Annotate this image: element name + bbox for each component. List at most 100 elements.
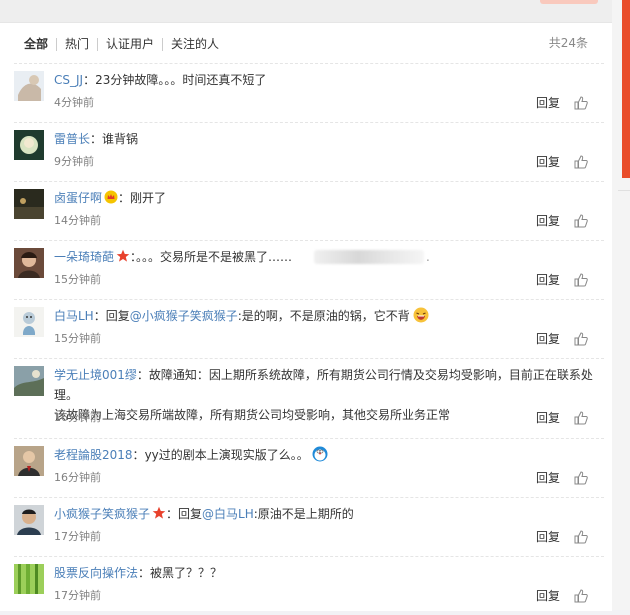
avatar[interactable]	[14, 564, 44, 594]
timestamp: 14分钟前	[54, 214, 101, 227]
divider	[14, 299, 604, 300]
reply-button[interactable]: 回复	[536, 589, 560, 603]
reply-button[interactable]: 回复	[536, 155, 560, 169]
like-icon[interactable]	[574, 411, 588, 425]
comment-line: 雷普长：谁背锅	[54, 129, 599, 149]
username[interactable]: 学无止境001缪	[54, 368, 137, 382]
reply-button[interactable]: 回复	[536, 471, 560, 485]
comment-line: 卤蛋仔啊 ：刚开了	[54, 188, 599, 208]
comment-text: 被黑了？？？	[150, 566, 223, 580]
like-icon[interactable]	[574, 589, 588, 603]
tab-following[interactable]: 关注的人	[162, 38, 227, 51]
separator: ：	[136, 368, 149, 382]
comment-text: :原油不是上期所的	[253, 507, 354, 521]
timestamp: 9分钟前	[54, 155, 94, 168]
reply-button[interactable]: 回复	[536, 530, 560, 544]
timestamp: 16分钟前	[54, 411, 101, 424]
star-badge-icon	[152, 506, 166, 520]
separator: ：	[90, 132, 103, 146]
like-icon[interactable]	[574, 273, 588, 287]
comment-text: :是的啊，不是原油的锅，它不背	[237, 309, 410, 323]
like-icon[interactable]	[574, 530, 588, 544]
tab-all[interactable]: 全部	[16, 38, 56, 51]
trailing-dot: .	[426, 250, 430, 264]
username[interactable]: 股票反向操作法	[54, 566, 138, 580]
right-divider	[618, 190, 630, 191]
separator: ：	[93, 309, 106, 323]
separator: ：	[166, 507, 179, 521]
divider	[14, 497, 604, 498]
mention-link[interactable]: @小疯猴子笑疯猴子	[130, 309, 238, 323]
list-item: 老程論股2018：yy过的剧本上演现实版了么。。 16分钟前 回复	[0, 438, 612, 497]
timestamp: 17分钟前	[54, 530, 101, 543]
comment-count: 共24条	[548, 36, 588, 50]
separator: ：	[132, 448, 145, 462]
avatar[interactable]	[14, 505, 44, 535]
list-item: 学无止境001缪：故障通知：因上期所系统故障，所有期货公司行情及交易均受影响，目…	[0, 358, 612, 438]
comment-text: 23分钟故障。。。时间还真不短了	[95, 73, 267, 87]
avatar[interactable]	[14, 366, 44, 396]
mention-link[interactable]: @白马LH	[202, 507, 254, 521]
like-icon[interactable]	[574, 332, 588, 346]
tab-verified[interactable]: 认证用户	[97, 38, 162, 51]
username[interactable]: 老程論股2018	[54, 448, 133, 462]
like-icon[interactable]	[574, 214, 588, 228]
divider	[14, 122, 604, 123]
divider	[14, 556, 604, 557]
comment-line: 老程論股2018：yy过的剧本上演现实版了么。。	[54, 445, 599, 465]
comment-panel: 全部 热门 认证用户 关注的人 共24条 CS_JJ：23分钟故障。。。时间还真不短了…	[0, 22, 612, 611]
comment-text: 。。。交易所是不是被黑了……	[136, 250, 293, 264]
avatar[interactable]	[14, 130, 44, 160]
timestamp: 15分钟前	[54, 273, 101, 286]
timestamp: 15分钟前	[54, 332, 101, 345]
avatar[interactable]	[14, 446, 44, 476]
reply-button[interactable]: 回复	[536, 273, 560, 287]
comment-line: 小疯猴子笑疯猴子 ：回复@白马LH:原油不是上期所的	[54, 504, 599, 524]
comment-text: 刚开了	[130, 191, 167, 205]
list-item: 小疯猴子笑疯猴子 ：回复@白马LH:原油不是上期所的 17分钟前 回复	[0, 497, 612, 556]
separator: ：	[83, 73, 96, 87]
avatar[interactable]	[14, 248, 44, 278]
divider	[14, 438, 604, 439]
reply-button[interactable]: 回复	[536, 96, 560, 110]
comment-line: 股票反向操作法：被黑了？？？	[54, 563, 599, 583]
like-icon[interactable]	[574, 471, 588, 485]
username[interactable]: 卤蛋仔啊	[54, 191, 102, 205]
reply-prefix: 回复	[178, 507, 203, 521]
timestamp: 16分钟前	[54, 471, 101, 484]
like-icon[interactable]	[574, 155, 588, 169]
like-icon[interactable]	[574, 96, 588, 110]
comment-text-continued: 该故障为上海交易所端故障，所有期货公司均受影响，其他交易所业务正常	[54, 408, 451, 422]
divider	[14, 181, 604, 182]
top-bar	[0, 0, 630, 22]
username[interactable]: CS_JJ	[54, 73, 83, 87]
comment-line: 白马LH：回复@小疯猴子笑疯猴子:是的啊，不是原油的锅，它不背	[54, 306, 599, 326]
star-badge-icon	[116, 249, 130, 263]
tab-hot[interactable]: 热门	[56, 38, 97, 51]
username[interactable]: 雷普长	[54, 132, 90, 146]
username[interactable]: 一朵琦琦葩	[54, 250, 114, 264]
avatar[interactable]	[14, 71, 44, 101]
separator: ：	[138, 566, 151, 580]
list-item: CS_JJ：23分钟故障。。。时间还真不短了 4分钟前 回复	[0, 63, 612, 122]
timestamp: 17分钟前	[54, 589, 101, 602]
list-item: 卤蛋仔啊 ：刚开了 14分钟前 回复	[0, 181, 612, 240]
reply-button[interactable]: 回复	[536, 214, 560, 228]
reply-prefix: 回复	[105, 309, 130, 323]
timestamp: 4分钟前	[54, 96, 94, 109]
reply-button[interactable]: 回复	[536, 332, 560, 346]
avatar[interactable]	[14, 189, 44, 219]
separator: ：	[118, 191, 131, 205]
list-item: 股票反向操作法：被黑了？？？ 17分钟前 回复	[0, 556, 612, 615]
comment-text: yy过的剧本上演现实版了么。。	[144, 448, 309, 462]
username[interactable]: 小疯猴子笑疯猴子	[54, 507, 150, 521]
reply-button[interactable]: 回复	[536, 411, 560, 425]
avatar[interactable]	[14, 307, 44, 337]
username[interactable]: 白马LH	[54, 309, 94, 323]
list-item: 雷普长：谁背锅 9分钟前 回复	[0, 122, 612, 181]
comment-line: CS_JJ：23分钟故障。。。时间还真不短了	[54, 70, 599, 90]
comment-line: 学无止境001缪：故障通知：因上期所系统故障，所有期货公司行情及交易均受影响，目…	[54, 365, 599, 425]
top-accent	[540, 0, 598, 4]
laughing-emoji-icon	[413, 307, 429, 323]
right-red-accent	[622, 0, 630, 178]
